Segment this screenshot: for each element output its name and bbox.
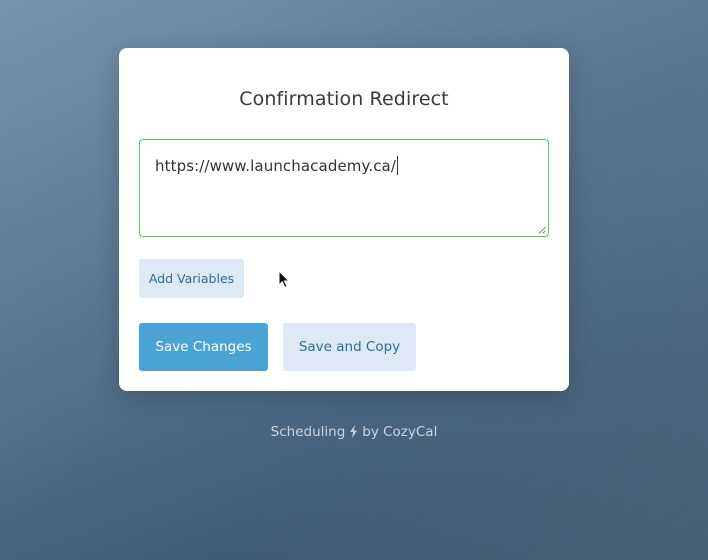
mouse-pointer-icon [278, 270, 290, 289]
footer-prefix: Scheduling [270, 424, 346, 440]
confirmation-redirect-card: Confirmation Redirect https://www.launch… [119, 48, 569, 391]
text-caret [396, 156, 398, 175]
add-variables-button[interactable]: Add Variables [139, 259, 244, 298]
resize-handle-icon[interactable] [538, 226, 546, 234]
save-and-copy-button[interactable]: Save and Copy [283, 323, 416, 371]
footer-suffix: by CozyCal [362, 424, 438, 440]
card-title: Confirmation Redirect [239, 88, 449, 110]
redirect-url-textarea[interactable]: https://www.launchacademy.ca/ [139, 139, 549, 237]
redirect-url-value: https://www.launchacademy.ca/ [155, 157, 396, 175]
footer-credit: Scheduling by CozyCal [0, 424, 708, 440]
lightning-bolt-icon [350, 425, 358, 438]
save-changes-button[interactable]: Save Changes [139, 323, 268, 371]
